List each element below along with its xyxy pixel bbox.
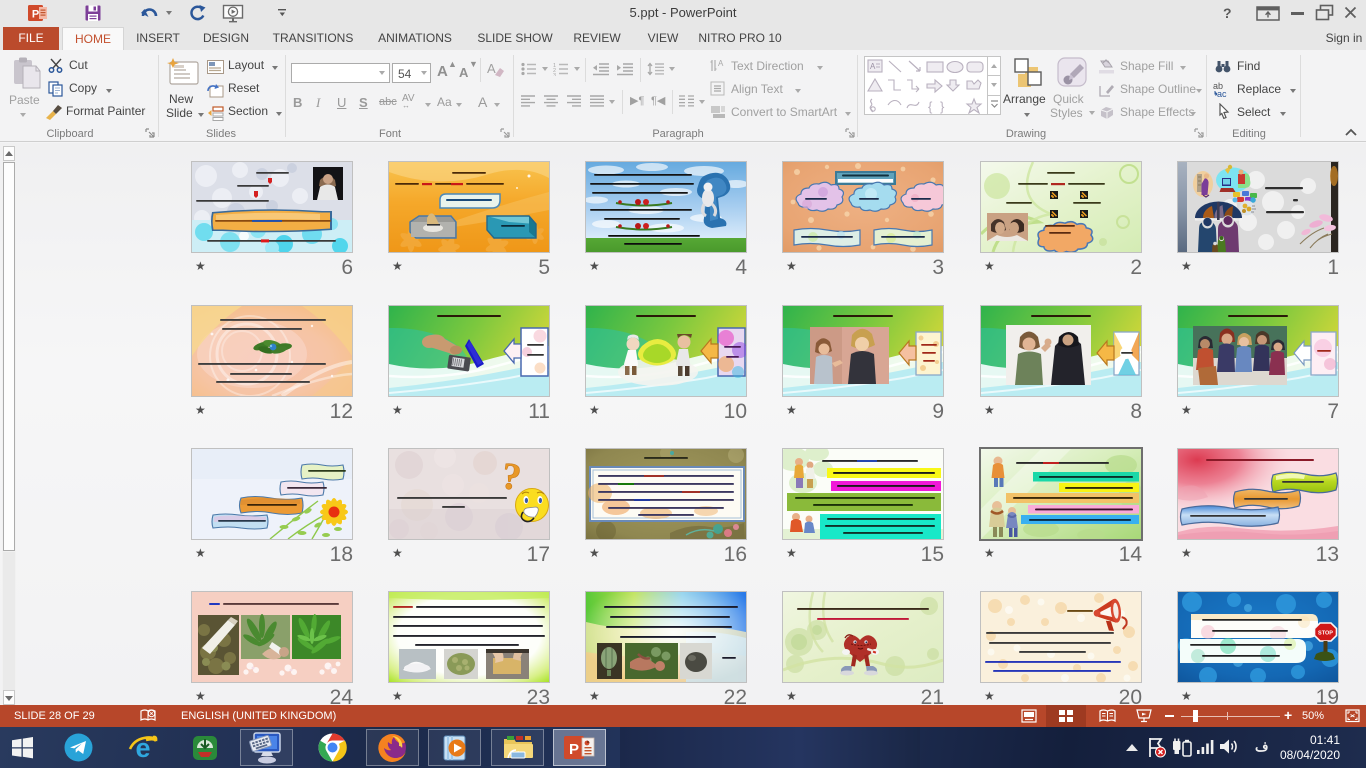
svg-text:ac: ac bbox=[1217, 89, 1227, 98]
svg-text:A: A bbox=[718, 59, 724, 68]
svg-text:A: A bbox=[870, 62, 876, 71]
svg-text:A: A bbox=[487, 61, 496, 76]
svg-text:}: } bbox=[940, 99, 945, 114]
svg-text:STOP: STOP bbox=[1318, 631, 1333, 637]
svg-text:P: P bbox=[569, 741, 579, 758]
svg-text:{: { bbox=[928, 99, 933, 114]
svg-text:3: 3 bbox=[553, 73, 556, 76]
